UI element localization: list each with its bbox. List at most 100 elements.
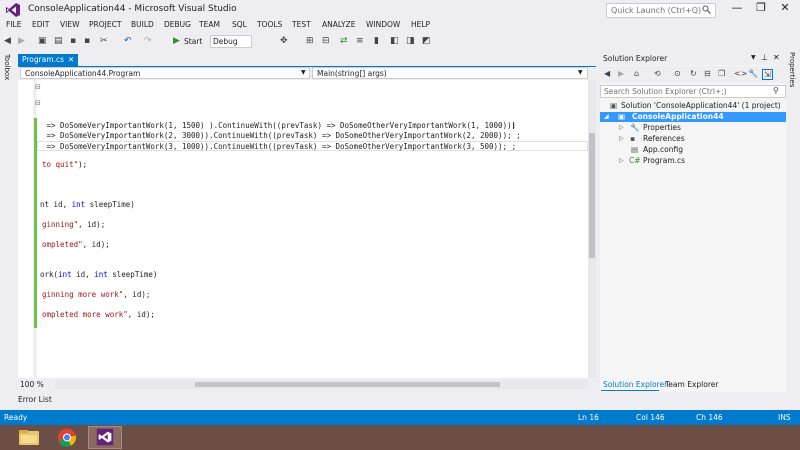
code-line[interactable]: => DoSomeVeryImportantWork(1, 1500) ).Co… <box>42 121 517 130</box>
bookmark-clear-icon[interactable]: ◩ <box>422 36 431 46</box>
tree-item-properties[interactable]: Properties <box>643 123 681 132</box>
chrome-taskbar-button[interactable] <box>50 426 84 449</box>
solution-explorer-title: Solution Explorer <box>603 54 668 63</box>
quick-launch-input[interactable]: Quick Launch (Ctrl+Q) <box>606 3 716 18</box>
menu-build[interactable]: BUILD <box>131 20 154 29</box>
redo-icon[interactable]: ↷ <box>144 36 152 46</box>
error-list-tab[interactable]: Error List <box>18 395 52 404</box>
code-line[interactable]: ompleted more work", id); <box>42 310 155 319</box>
menu-help[interactable]: HELP <box>411 20 430 29</box>
chevron-down-icon[interactable]: ▼ <box>301 69 306 76</box>
status-line: Ln 16 <box>578 413 599 422</box>
collapse-all-icon[interactable]: ⊟ <box>704 69 711 78</box>
close-tab-icon[interactable]: ✕ <box>68 55 74 64</box>
menu-analyze[interactable]: ANALYZE <box>322 20 356 29</box>
tab-solution-explorer[interactable]: Solution Explorer <box>603 380 667 389</box>
tree-item-project[interactable]: ConsoleApplication44 <box>632 112 724 121</box>
code-line[interactable]: to quit"); <box>42 160 87 169</box>
sync-icon[interactable]: ⟲ <box>654 69 661 78</box>
code-line[interactable]: nt id, int sleepTime) <box>40 200 135 209</box>
bookmark-next-icon[interactable]: ◨ <box>406 36 415 46</box>
expand-arrow-icon[interactable]: ◢ <box>604 113 609 120</box>
forward-icon[interactable]: ▶ <box>618 69 624 78</box>
start-icon[interactable]: ▶ <box>173 36 180 46</box>
menu-window[interactable]: WINDOW <box>366 20 400 29</box>
pin-icon[interactable]: ⊥ <box>761 53 768 62</box>
folder-icon <box>19 430 39 445</box>
menu-view[interactable]: VIEW <box>60 20 80 29</box>
collapse-arrow-icon[interactable]: ▷ <box>619 135 624 142</box>
status-bar <box>0 410 800 425</box>
menu-file[interactable]: FILE <box>6 20 21 29</box>
tree-item-references[interactable]: References <box>643 134 685 143</box>
undo-icon[interactable]: ↶ <box>124 36 132 46</box>
home-icon[interactable]: ⌂ <box>634 69 639 78</box>
code-line[interactable]: ginning", id); <box>42 220 105 229</box>
chevron-down-icon[interactable]: ▼ <box>578 69 583 76</box>
bookmark-prev-icon[interactable]: ◧ <box>390 36 399 46</box>
close-button[interactable]: ✕ <box>774 1 796 18</box>
outline-collapse-icon[interactable]: ⊟ <box>35 83 41 91</box>
menu-team[interactable]: TEAM <box>199 20 220 29</box>
member-dropdown-label: Main(string[] args) <box>317 69 387 78</box>
open-file-icon[interactable]: ▤ <box>54 36 63 46</box>
collapse-arrow-icon[interactable]: ▷ <box>619 124 624 131</box>
tree-item-solution[interactable]: Solution 'ConsoleApplication44' (1 proje… <box>621 101 781 110</box>
search-icon[interactable] <box>702 5 711 16</box>
menu-edit[interactable]: EDIT <box>32 20 49 29</box>
forward-icon[interactable]: ▶ <box>18 36 25 46</box>
menu-project[interactable]: PROJECT <box>89 20 121 29</box>
view-code-icon[interactable]: <> <box>734 69 747 78</box>
outline-collapse-icon[interactable]: ⊟ <box>35 99 41 107</box>
toolbox-tab[interactable]: Toolbox <box>3 54 11 80</box>
back-icon[interactable]: ◀ <box>604 69 610 78</box>
save-all-icon[interactable]: ▪ <box>84 36 90 46</box>
chevron-down-icon[interactable]: ▼ <box>751 54 756 61</box>
restore-button[interactable]: ❐ <box>750 1 772 18</box>
start-button[interactable]: Start <box>184 37 202 46</box>
menu-tools[interactable]: TOOLS <box>257 20 282 29</box>
attach-icon[interactable]: ✥ <box>280 36 288 46</box>
properties-wrench-icon[interactable]: 🔧 <box>748 69 758 78</box>
zoom-level-dropdown[interactable]: 100 % <box>18 379 48 390</box>
tab-team-explorer[interactable]: Team Explorer <box>665 380 718 389</box>
navigate-icon[interactable]: ⇄ <box>340 36 348 46</box>
back-icon[interactable]: ◀ <box>4 36 11 46</box>
new-project-icon[interactable]: ▣ <box>38 36 47 46</box>
refresh-icon[interactable]: ↻ <box>690 69 697 78</box>
member-dropdown[interactable]: Main(string[] args) <box>312 67 588 79</box>
visual-studio-logo-icon[interactable] <box>5 2 21 18</box>
menu-debug[interactable]: DEBUG <box>164 20 191 29</box>
close-icon[interactable]: ✕ <box>773 53 780 62</box>
visual-studio-taskbar-button[interactable] <box>88 426 122 449</box>
solution-configuration-dropdown[interactable]: Debug <box>210 35 252 48</box>
editor-vertical-scroll-thumb[interactable] <box>589 133 595 258</box>
file-explorer-taskbar-button[interactable] <box>12 426 46 449</box>
code-line[interactable]: ompleted", id); <box>42 240 110 249</box>
search-icon[interactable]: ⚲ <box>773 86 779 95</box>
bookmark-icon[interactable]: ▮ <box>374 36 379 46</box>
align-icon[interactable]: ⊟ <box>322 36 330 46</box>
solution-explorer-search-input[interactable]: Search Solution Explorer (Ctrl+;) <box>600 85 786 98</box>
code-line[interactable]: => DoSomeVeryImportantWork(3, 1000)).Con… <box>42 142 517 151</box>
code-line[interactable]: ginning more work", id); <box>42 290 150 299</box>
class-dropdown[interactable]: ConsoleApplication44.Program <box>20 67 310 79</box>
collapse-arrow-icon[interactable]: ▷ <box>619 157 624 164</box>
pending-changes-icon[interactable]: ⊙ <box>674 69 681 78</box>
code-line[interactable]: => DoSomeVeryImportantWork(2, 3000)).Con… <box>42 131 521 140</box>
show-all-files-icon[interactable]: ❐ <box>718 69 725 78</box>
code-line[interactable]: ork(int id, int sleepTime) <box>40 270 157 279</box>
menu-sql[interactable]: SQL <box>232 20 247 29</box>
minimize-button[interactable]: — <box>726 1 748 18</box>
save-icon[interactable]: ▪ <box>70 36 76 46</box>
status-text: Ready <box>4 413 28 422</box>
tree-item-program-cs[interactable]: Program.cs <box>643 156 685 165</box>
properties-tab[interactable]: Properties <box>788 52 796 87</box>
tree-item-app-config[interactable]: App.config <box>643 145 683 154</box>
editor-horizontal-scroll-thumb[interactable] <box>195 382 500 387</box>
comment-icon[interactable]: ≡ <box>356 36 364 46</box>
preview-selected-icon[interactable]: ⇲ <box>762 69 773 80</box>
menu-test[interactable]: TEST <box>292 20 311 29</box>
layout-icon[interactable]: ⊞ <box>306 36 314 46</box>
cut-icon[interactable]: ✂ <box>100 36 108 46</box>
